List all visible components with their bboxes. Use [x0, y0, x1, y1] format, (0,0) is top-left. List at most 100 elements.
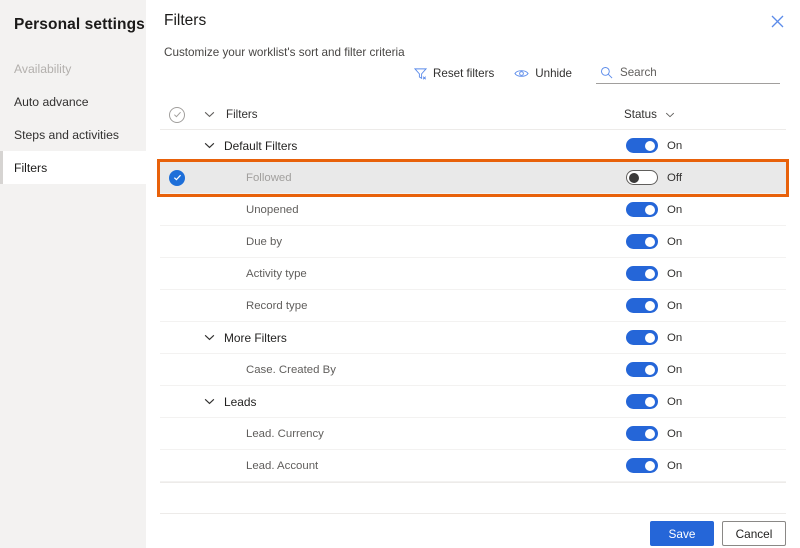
column-header-filters[interactable]: Filters [224, 108, 624, 121]
row-status-cell: On [626, 234, 786, 249]
table-row[interactable]: Activity type On [160, 258, 786, 290]
row-status-cell: On [626, 330, 786, 345]
chevron-down-icon[interactable] [194, 334, 224, 341]
row-label: Record type [246, 299, 308, 312]
row-status-cell: On [626, 394, 786, 409]
search-box[interactable] [596, 63, 780, 84]
circle-check-outline-icon [169, 106, 185, 123]
status-toggle[interactable] [626, 362, 658, 377]
row-label: Due by [246, 235, 283, 248]
grid-bottom-divider [160, 482, 786, 483]
row-status-cell: Off [626, 170, 786, 185]
status-toggle[interactable] [626, 394, 658, 409]
row-label: Followed [246, 171, 292, 184]
row-status-cell: On [626, 426, 786, 441]
table-row[interactable]: Followed Off [157, 159, 789, 197]
status-label: On [667, 363, 683, 376]
reset-filters-button[interactable]: Reset filters [404, 64, 504, 83]
panel-header: Filters Customize your worklist's sort a… [146, 0, 800, 59]
row-status-cell: On [626, 138, 786, 153]
row-status-cell: On [626, 362, 786, 377]
chevron-down-icon [665, 108, 675, 121]
row-label: Case. Created By [246, 363, 336, 376]
row-label: More Filters [224, 330, 287, 345]
unhide-label: Unhide [535, 66, 572, 80]
personal-settings-dialog: Personal settings Availability Auto advan… [0, 0, 800, 548]
sidebar-item-label: Availability [14, 61, 72, 76]
reset-filters-label: Reset filters [433, 66, 495, 80]
save-button[interactable]: Save [650, 521, 714, 546]
status-toggle[interactable] [626, 458, 658, 473]
command-bar: Reset filters Unhide [146, 60, 786, 86]
status-toggle[interactable] [626, 202, 658, 217]
close-icon[interactable] [766, 10, 788, 32]
chevron-down-icon[interactable] [194, 398, 224, 405]
select-all-checkbox[interactable] [160, 106, 194, 123]
table-row[interactable]: Case. Created By On [160, 354, 786, 386]
grid-header-row: Filters Status [160, 100, 786, 130]
sidebar: Personal settings Availability Auto advan… [0, 0, 146, 548]
table-row[interactable]: Default Filters On [160, 130, 786, 162]
status-toggle[interactable] [626, 234, 658, 249]
sidebar-item-steps-and-activities[interactable]: Steps and activities [0, 118, 146, 151]
page-title: Filters [164, 12, 207, 29]
status-toggle[interactable] [626, 138, 658, 153]
sidebar-item-filters[interactable]: Filters [0, 151, 146, 184]
status-toggle[interactable] [626, 330, 658, 345]
sidebar-item-availability: Availability [0, 52, 146, 85]
sidebar-item-label: Steps and activities [14, 127, 120, 142]
sidebar-item-label: Filters [14, 160, 48, 175]
cancel-button[interactable]: Cancel [722, 521, 786, 546]
row-status-cell: On [626, 458, 786, 473]
status-toggle[interactable] [626, 298, 658, 313]
row-status-cell: On [626, 298, 786, 313]
footer-divider [160, 513, 786, 514]
table-row[interactable]: Unopened On [160, 194, 786, 226]
grid-header-chevron[interactable] [194, 111, 224, 118]
table-row[interactable]: Due by On [160, 226, 786, 258]
row-label: Activity type [246, 267, 307, 280]
page-subtitle: Customize your worklist's sort and filte… [164, 46, 405, 59]
row-label: Leads [224, 394, 257, 409]
sidebar-item-list: Availability Auto advance Steps and activi… [0, 52, 146, 184]
column-header-status-label: Status [624, 108, 657, 121]
status-label: Off [667, 171, 682, 184]
grid-body: Default Filters On Followed Off Unopened On Du… [157, 130, 789, 482]
table-row[interactable]: Lead. Currency On [160, 418, 786, 450]
row-label: Lead. Account [246, 459, 319, 472]
filter-reset-icon [414, 67, 428, 80]
status-toggle[interactable] [626, 426, 658, 441]
row-select-checkbox[interactable] [160, 169, 194, 186]
status-label: On [667, 331, 683, 344]
status-toggle[interactable] [626, 266, 658, 281]
search-input[interactable] [620, 65, 778, 79]
status-label: On [667, 235, 683, 248]
row-label: Lead. Currency [246, 427, 324, 440]
status-label: On [667, 139, 683, 152]
sidebar-item-auto-advance[interactable]: Auto advance [0, 85, 146, 118]
main-panel: Filters Customize your worklist's sort a… [146, 0, 800, 548]
status-label: On [667, 395, 683, 408]
sidebar-title: Personal settings [14, 16, 145, 33]
chevron-down-icon[interactable] [194, 142, 224, 149]
status-label: On [667, 203, 683, 216]
status-label: On [667, 267, 683, 280]
row-label: Default Filters [224, 138, 298, 153]
circle-check-filled-icon [169, 169, 185, 186]
status-label: On [667, 299, 683, 312]
footer-actions: Save Cancel [650, 521, 786, 546]
eye-icon [514, 68, 529, 79]
search-icon [600, 66, 613, 79]
table-row[interactable]: Leads On [160, 386, 786, 418]
row-status-cell: On [626, 202, 786, 217]
unhide-button[interactable]: Unhide [504, 64, 582, 83]
status-label: On [667, 459, 683, 472]
column-header-status[interactable]: Status [624, 108, 784, 121]
table-row[interactable]: Lead. Account On [160, 450, 786, 482]
row-status-cell: On [626, 266, 786, 281]
sidebar-item-label: Auto advance [14, 94, 89, 109]
status-label: On [667, 427, 683, 440]
table-row[interactable]: Record type On [160, 290, 786, 322]
status-toggle[interactable] [626, 170, 658, 185]
table-row[interactable]: More Filters On [160, 322, 786, 354]
